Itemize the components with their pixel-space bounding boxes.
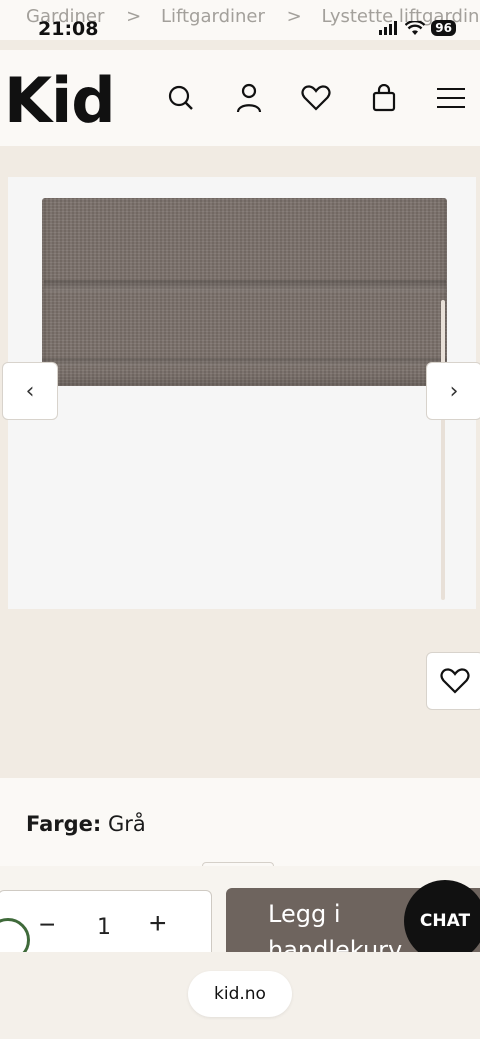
product-info: Farge: Grå (0, 778, 480, 878)
color-value: Grå (108, 812, 146, 836)
top-strip: Gardiner > Liftgardiner > Lystette liftg… (0, 0, 480, 40)
status-icons: 96 (379, 20, 456, 36)
search-icon[interactable] (163, 80, 199, 116)
site-header: Kid (0, 50, 480, 146)
status-time: 21:08 (38, 18, 99, 40)
color-selection: Farge: Grå (26, 812, 146, 836)
breadcrumb-separator: > (126, 6, 142, 27)
quantity-increase-button[interactable]: + (149, 907, 167, 941)
chevron-right-icon: › (449, 378, 459, 404)
account-icon[interactable] (231, 80, 267, 116)
quantity-value[interactable]: 1 (97, 915, 111, 940)
chevron-left-icon: ‹ (25, 378, 35, 404)
blind-fold (42, 358, 447, 366)
shopping-bag-icon[interactable] (366, 80, 402, 116)
chat-button[interactable]: CHAT (404, 880, 480, 962)
blind-cord (441, 300, 445, 600)
color-label: Farge: (26, 812, 102, 836)
blind-fold (44, 280, 446, 292)
url-pill[interactable]: kid.no (188, 971, 292, 1017)
kid-logo[interactable]: Kid (4, 64, 116, 137)
heart-icon (440, 668, 470, 694)
quantity-decrease-button[interactable]: − (39, 909, 55, 941)
next-image-button[interactable]: › (426, 362, 480, 420)
heart-icon[interactable] (298, 80, 334, 116)
breadcrumb-item-liftgardiner[interactable]: Liftgardiner (161, 6, 265, 27)
battery-badge: 96 (431, 20, 456, 36)
chat-label: CHAT (419, 911, 471, 931)
breadcrumb-separator: > (286, 6, 302, 27)
menu-icon[interactable] (433, 80, 469, 116)
wifi-icon (405, 20, 426, 35)
browser-url-bar: kid.no (0, 952, 480, 1039)
wishlist-button[interactable] (426, 652, 480, 710)
signal-icon (379, 21, 398, 35)
prev-image-button[interactable]: ‹ (2, 362, 58, 420)
